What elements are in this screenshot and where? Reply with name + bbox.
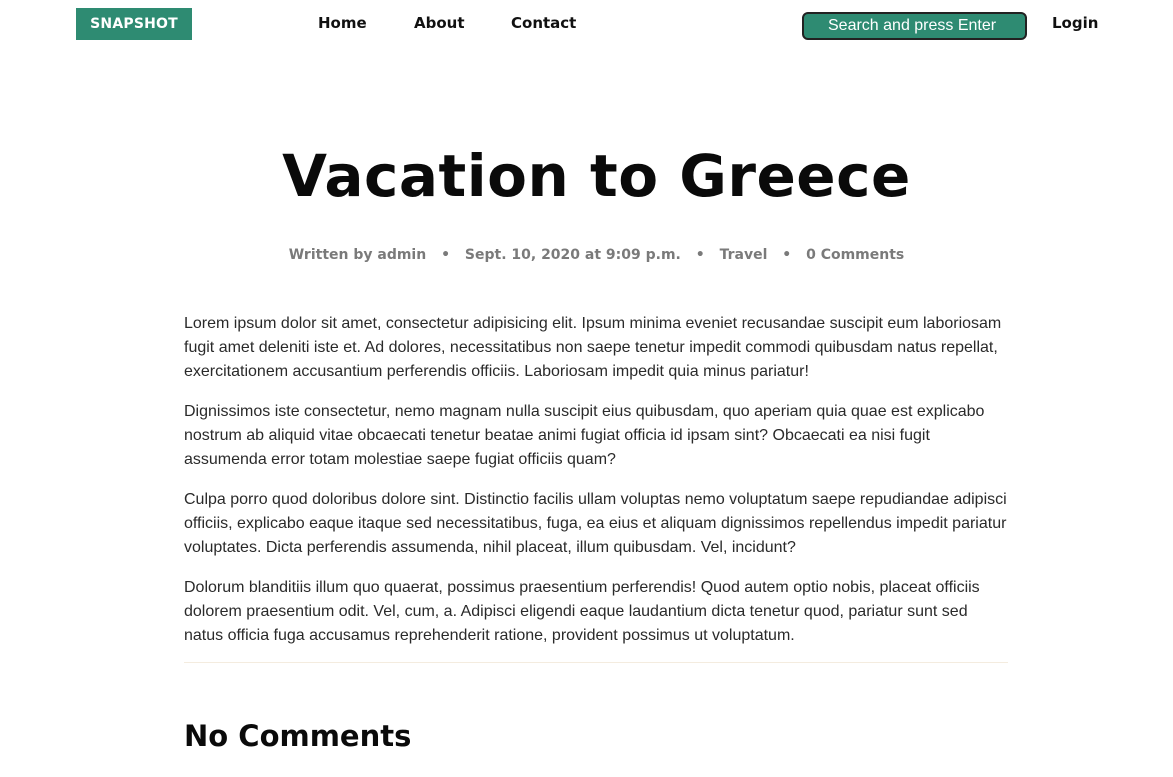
- meta-separator: •: [695, 247, 705, 263]
- nav-link-contact[interactable]: Contact: [511, 14, 576, 32]
- post-meta: Written by admin • Sept. 10, 2020 at 9:0…: [0, 247, 1173, 263]
- post-paragraph: Dolorum blanditiis illum quo quaerat, po…: [184, 579, 980, 644]
- post-title: Vacation to Greece: [282, 142, 911, 210]
- login-link[interactable]: Login: [1052, 14, 1098, 32]
- post-paragraph: Dignissimos iste consectetur, nemo magna…: [184, 403, 985, 468]
- post-date: Sept. 10, 2020 at 9:09 p.m.: [464, 247, 681, 263]
- post-comment-count[interactable]: 0 Comments: [806, 247, 904, 263]
- brand-logo[interactable]: SNAPSHOT: [76, 8, 192, 40]
- meta-separator: •: [441, 247, 451, 263]
- nav-link-home[interactable]: Home: [318, 14, 367, 32]
- post-category[interactable]: Travel: [720, 247, 768, 263]
- post-paragraph: Lorem ipsum dolor sit amet, consectetur …: [184, 315, 1002, 380]
- nav-link-about[interactable]: About: [414, 14, 465, 32]
- post-body: Lorem ipsum dolor sit amet, consectetur …: [184, 312, 1008, 664]
- content-divider: [184, 662, 1008, 663]
- search-input[interactable]: [802, 12, 1027, 40]
- meta-separator: •: [782, 247, 792, 263]
- post-paragraph: Culpa porro quod doloribus dolore sint. …: [184, 491, 1007, 556]
- post-author[interactable]: Written by admin: [289, 247, 426, 263]
- navbar: SNAPSHOT Home About Contact Login: [0, 0, 1173, 50]
- comments-heading: No Comments: [184, 719, 412, 753]
